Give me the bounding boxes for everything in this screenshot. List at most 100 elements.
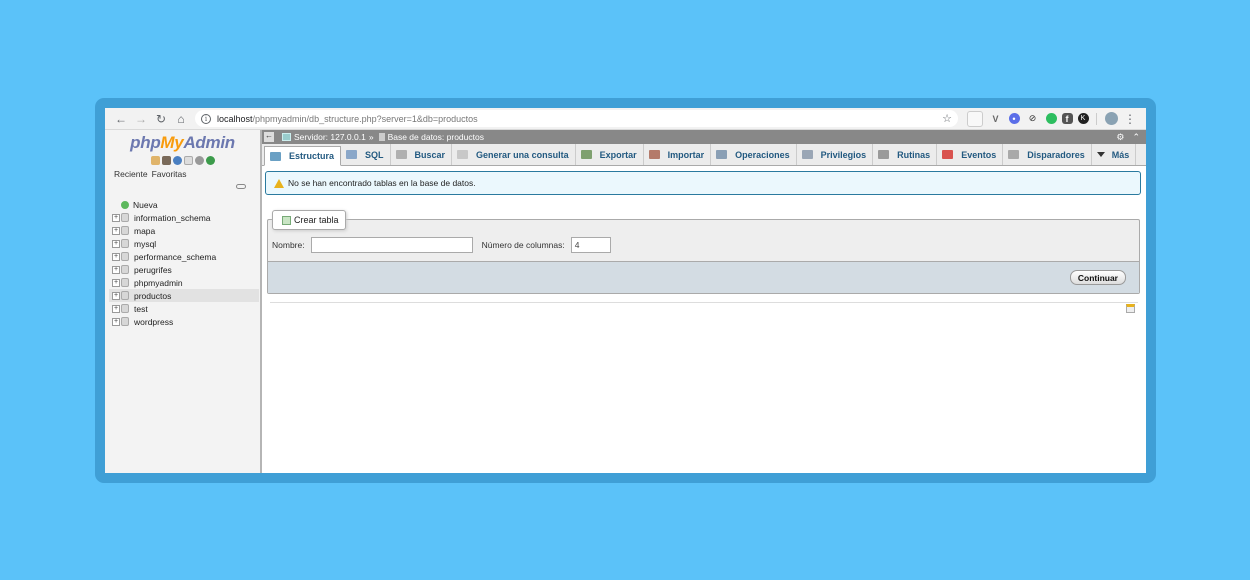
database-tree: Nueva + information_schema + mapa + mysql + per… [109, 198, 259, 328]
tree-item-mysql[interactable]: + mysql [109, 237, 259, 250]
notice-message: No se han encontrado tablas en la base d… [265, 171, 1141, 195]
tab-label: Disparadores [1027, 149, 1085, 160]
server-icon [282, 133, 291, 141]
reload-icon[interactable] [205, 156, 215, 165]
database-icon [121, 252, 129, 261]
extension-hex-icon[interactable]: • [1008, 113, 1020, 124]
tab-eventos[interactable]: Eventos [937, 144, 1004, 165]
help-icon[interactable] [172, 156, 182, 165]
tab-privilegios[interactable]: Privilegios [797, 144, 874, 165]
create-table-form: Crear tabla Nombre: Número de columnas: … [267, 210, 1140, 294]
caret-down-icon [1096, 152, 1105, 157]
back-icon[interactable]: ← [111, 110, 131, 128]
columns-count-input[interactable]: 4 [570, 237, 611, 253]
wrench-icon [716, 150, 728, 159]
tab-exportar[interactable]: Exportar [576, 144, 644, 165]
search-icon [395, 150, 407, 159]
phpmyadmin-logo[interactable]: phpMyAdmin [105, 133, 260, 153]
create-table-row: Nombre: Número de columnas: 4 [272, 237, 611, 253]
form-footer: Continuar [268, 261, 1139, 293]
tree-item-label: performance_schema [134, 251, 217, 262]
tab-importar[interactable]: Importar [644, 144, 712, 165]
tab-recent[interactable]: Reciente [114, 169, 148, 179]
tree-item-information-schema[interactable]: + information_schema [109, 211, 259, 224]
expand-icon[interactable]: + [112, 265, 120, 274]
tab-label: SQL [365, 149, 384, 160]
collapse-up-icon[interactable]: ⌃ [1132, 132, 1140, 143]
tab-generar-una-consulta[interactable]: Generar una consulta [452, 144, 576, 165]
address-bar[interactable]: i localhost/phpmyadmin/db_structure.php?… [195, 110, 958, 127]
database-icon [378, 133, 385, 141]
query-icon [457, 150, 469, 159]
tree-item-perugrifes[interactable]: + perugrifes [109, 263, 259, 276]
tab-favorites[interactable]: Favoritas [152, 169, 187, 179]
kebab-menu-icon[interactable]: ⋮ [1120, 110, 1140, 128]
events-icon [942, 150, 954, 159]
database-icon [121, 213, 129, 222]
tab-label: Buscar [414, 149, 446, 160]
tree-item-test[interactable]: + test [109, 302, 259, 315]
breadcrumb-database[interactable]: Base de datos: productos [388, 132, 484, 142]
home-icon[interactable]: ⌂ [171, 110, 191, 128]
forward-icon[interactable]: → [131, 110, 151, 128]
reload-icon[interactable]: ↻ [151, 110, 171, 128]
docs-icon[interactable] [183, 156, 193, 165]
export-icon [580, 150, 592, 159]
gear-icon[interactable] [194, 156, 204, 165]
tree-item-label: productos [134, 290, 172, 301]
tree-item-wordpress[interactable]: + wordpress [109, 315, 259, 328]
expand-icon[interactable]: + [112, 252, 120, 261]
continue-button[interactable]: Continuar [1069, 270, 1126, 285]
evernote-icon[interactable] [1045, 113, 1057, 124]
expand-icon[interactable]: + [112, 226, 120, 235]
link-icon[interactable] [236, 184, 246, 189]
home-icon[interactable] [150, 156, 160, 165]
expand-icon[interactable]: + [112, 304, 120, 313]
tree-item-phpmyadmin[interactable]: + phpmyadmin [109, 276, 259, 289]
extension-v-icon[interactable]: V [988, 111, 1004, 127]
gear-icon[interactable]: ⚙ [1116, 132, 1124, 143]
recent-favorites-tabs: Reciente Favoritas [114, 169, 260, 179]
tab-disparadores[interactable]: Disparadores [1003, 144, 1092, 165]
exit-icon[interactable] [161, 156, 171, 165]
browser-toolbar: ← → ↻ ⌂ i localhost/phpmyadmin/db_struct… [105, 108, 1146, 130]
table-name-input[interactable] [310, 237, 473, 253]
create-table-title: Crear tabla [294, 215, 339, 225]
star-icon[interactable]: ☆ [942, 112, 952, 125]
site-info-icon[interactable]: i [201, 113, 211, 124]
tab-label: Más [1111, 149, 1130, 160]
extension-page-icon[interactable] [966, 110, 983, 127]
extension-k-icon[interactable]: K [1077, 113, 1089, 124]
database-icon [121, 226, 129, 235]
breadcrumb-server[interactable]: Servidor: 127.0.0.1 [294, 132, 366, 142]
expand-icon[interactable]: + [112, 239, 120, 248]
extension-block-icon[interactable]: ⊘ [1025, 111, 1041, 127]
expand-icon[interactable]: + [112, 213, 120, 222]
tab-operaciones[interactable]: Operaciones [711, 144, 797, 165]
tree-item-new[interactable]: Nueva [109, 198, 259, 211]
tab-estructura[interactable]: Estructura [264, 146, 342, 166]
tree-item-mapa[interactable]: + mapa [109, 224, 259, 237]
expand-icon[interactable]: + [112, 317, 120, 326]
name-label: Nombre: [272, 240, 305, 250]
tab-label: Exportar [599, 149, 637, 160]
main-content: ← Servidor: 127.0.0.1 » Base de datos: p… [262, 130, 1146, 473]
structure-icon [270, 151, 281, 161]
tab-sql[interactable]: SQL [341, 144, 391, 165]
expand-icon[interactable]: + [112, 291, 120, 300]
console-icon[interactable] [1126, 304, 1135, 313]
expand-icon[interactable]: + [112, 278, 120, 287]
facebook-icon[interactable]: f [1061, 113, 1073, 124]
tab-label: Rutinas [897, 149, 931, 160]
tab-label: Estructura [289, 151, 335, 161]
tab-m-s[interactable]: Más [1092, 144, 1137, 165]
avatar[interactable] [1104, 112, 1118, 125]
tree-item-performance-schema[interactable]: + performance_schema [109, 250, 259, 263]
top-menu: Estructura SQL Buscar Generar una consulta E… [262, 144, 1146, 166]
tab-buscar[interactable]: Buscar [391, 144, 453, 165]
tab-rutinas[interactable]: Rutinas [873, 144, 938, 165]
collapse-arrow-icon[interactable]: ← [264, 132, 274, 142]
database-icon [121, 239, 129, 248]
tree-item-productos[interactable]: + productos [109, 289, 259, 302]
tree-item-label: Nueva [133, 199, 158, 210]
